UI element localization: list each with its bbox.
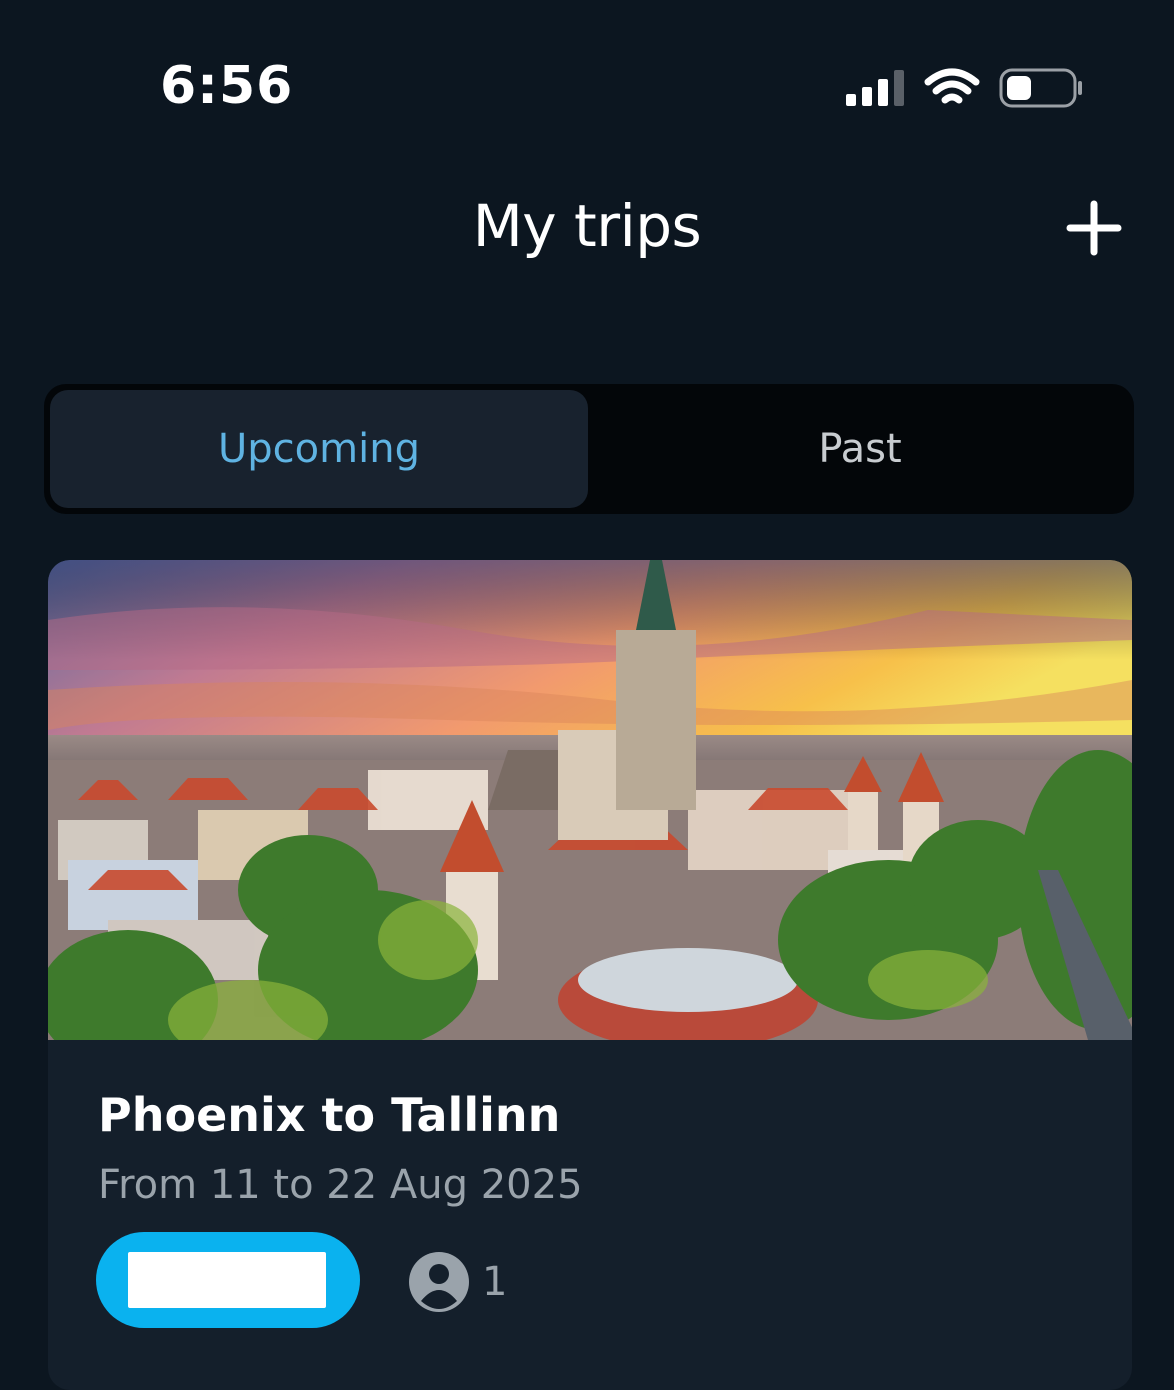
status-bar: 6:56 (0, 0, 1174, 150)
tab-past-label: Past (818, 426, 902, 472)
travellers-info: 1 (408, 1252, 507, 1312)
tab-upcoming-label: Upcoming (218, 426, 420, 472)
status-time: 6:56 (160, 56, 294, 116)
person-icon (409, 1252, 469, 1312)
battery-icon (999, 68, 1082, 108)
status-icons (846, 68, 1082, 108)
trips-tabs: Upcoming Past (44, 384, 1134, 514)
tab-past[interactable]: Past (592, 390, 1128, 508)
tab-upcoming[interactable]: Upcoming (50, 390, 588, 508)
trip-cover-image (48, 560, 1132, 1040)
page-title: My trips (472, 192, 702, 260)
cellular-signal-icon (846, 70, 904, 106)
trip-card[interactable]: Phoenix to Tallinn From 11 to 22 Aug 202… (48, 560, 1132, 1390)
plus-icon (1066, 200, 1122, 256)
trip-dates: From 11 to 22 Aug 2025 (98, 1162, 583, 1208)
wifi-icon (924, 68, 980, 104)
travellers-count: 1 (482, 1259, 508, 1305)
add-trip-button[interactable] (1062, 196, 1126, 260)
redacted-label (128, 1252, 326, 1308)
trip-status-badge[interactable] (96, 1232, 360, 1328)
trip-title: Phoenix to Tallinn (98, 1088, 561, 1142)
